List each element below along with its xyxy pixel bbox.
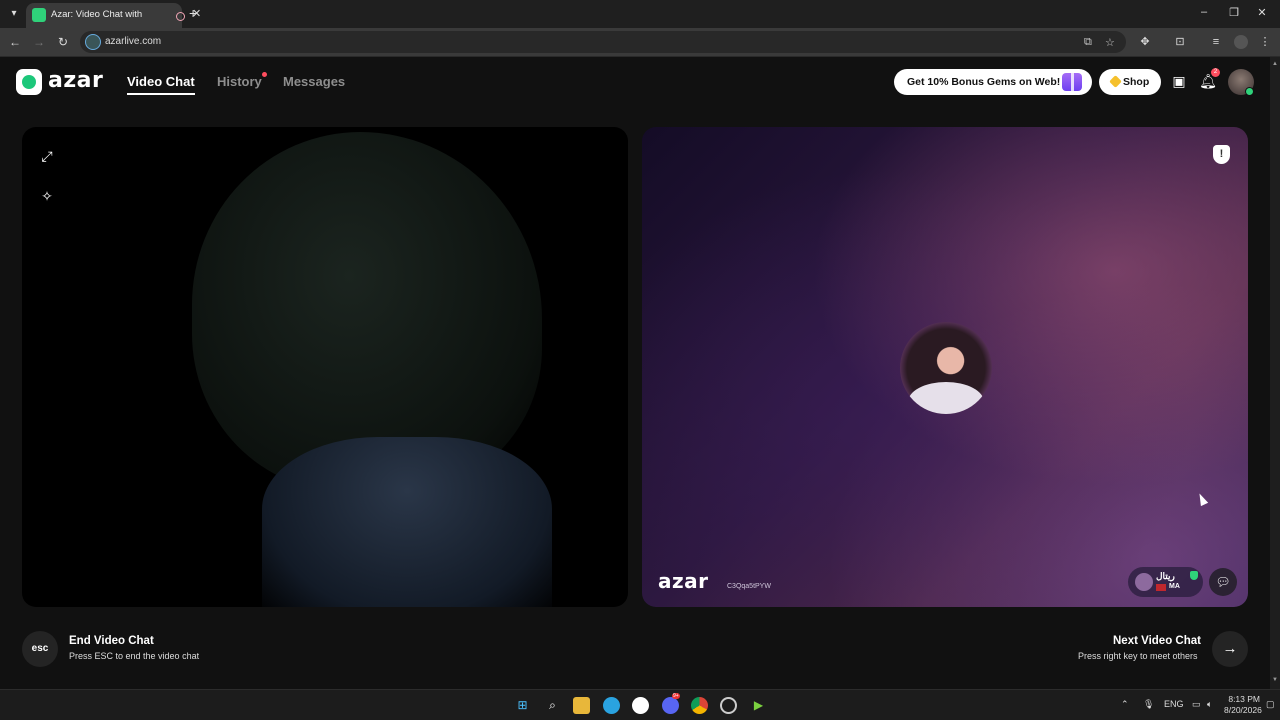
country-flag-icon — [1156, 584, 1166, 591]
tray-overflow-chevron-icon[interactable]: ⌃ — [1121, 699, 1129, 710]
avatar-status-badge — [1245, 87, 1254, 96]
tab-search-chevron-down-icon[interactable]: ▾ — [6, 6, 22, 22]
play-app-icon[interactable]: ▶ — [750, 697, 767, 714]
expand-video-icon[interactable]: ⤢ — [38, 147, 56, 165]
nav-video-chat[interactable]: Video Chat — [127, 74, 195, 89]
clock-time: 8:13 PM — [1228, 694, 1260, 704]
site-info-icon[interactable] — [85, 34, 101, 50]
next-chat-title: Next Video Chat — [1113, 635, 1201, 647]
gem-icon — [1109, 75, 1122, 88]
restore-window-button[interactable]: ❐ — [1224, 6, 1244, 19]
browser-tab[interactable]: Azar: Video Chat with New ✕ — [26, 3, 201, 28]
nav-active-underline — [127, 93, 195, 95]
end-chat-hint: Press ESC to end the video chat — [69, 651, 200, 661]
history-new-dot — [262, 72, 267, 77]
discord-badge: 9+ — [672, 693, 680, 699]
next-chat-arrow-button[interactable]: → — [1212, 631, 1248, 667]
partner-video-panel: ! azar C3Qqa5tPYW ريتال MA 💬︎ — [642, 127, 1248, 607]
recording-indicator-icon — [176, 12, 185, 21]
telegram-icon[interactable] — [603, 697, 620, 714]
page-scrollbar[interactable]: ▲ ▼ — [1270, 57, 1280, 689]
next-chat-hint: Press right key to meet others — [1078, 651, 1198, 661]
inbox-archive-icon[interactable]: ▣ — [1170, 72, 1188, 90]
notification-count-badge: 2 — [1211, 68, 1220, 77]
magic-wand-effects-icon[interactable]: ✧ — [38, 187, 56, 205]
watermark-session-id: C3Qqa5tPYW — [727, 583, 771, 590]
chat-bubble-icon[interactable]: 💬︎ — [1209, 568, 1237, 596]
azar-logo-text: azar — [48, 68, 104, 93]
bonus-gems-button[interactable]: Get 10% Bonus Gems on Web! — [894, 69, 1092, 95]
discord-icon[interactable] — [662, 697, 679, 714]
address-bar[interactable]: azarlive.com ⧉ ☆ — [80, 31, 1126, 53]
windows-start-icon[interactable]: ⊞ — [514, 697, 531, 714]
shop-button[interactable]: Shop — [1099, 69, 1161, 95]
self-video-person-jeans — [262, 437, 552, 607]
forward-arrow-icon[interactable]: → — [31, 34, 47, 50]
minimize-window-button[interactable]: – — [1194, 6, 1214, 18]
microphone-icon[interactable]: 🎙︎ — [1143, 699, 1154, 710]
nav-history[interactable]: History — [217, 74, 262, 89]
clock-date: 8/20/2026 — [1224, 705, 1262, 715]
bookmark-star-icon[interactable]: ☆ — [1105, 36, 1115, 49]
bonus-gems-label: Get 10% Bonus Gems on Web! — [907, 76, 1061, 88]
windows-taskbar: ⊞ ⌕ 9+ ▶ ⌃ 🎙︎ ENG ▭ 🔈︎ 8:13 PM 8/20/2026… — [0, 689, 1280, 720]
new-tab-plus-icon[interactable]: + — [189, 5, 197, 21]
reload-icon[interactable]: ↻ — [55, 34, 71, 50]
browser-menu-kebab-icon[interactable]: ⋮ — [1257, 34, 1273, 50]
nav-messages[interactable]: Messages — [283, 74, 345, 89]
azar-logo-mark-icon — [16, 69, 42, 95]
scroll-down-arrow-icon[interactable]: ▼ — [1272, 677, 1278, 683]
gift-icon — [1062, 73, 1082, 91]
input-language[interactable]: ENG — [1164, 699, 1184, 709]
shop-label: Shop — [1123, 76, 1150, 88]
verified-shield-icon — [1190, 571, 1198, 580]
chrome-icon[interactable] — [691, 697, 708, 714]
volume-icon[interactable]: 🔈︎ — [1207, 699, 1212, 710]
tab-title: Azar: Video Chat with New — [51, 9, 143, 20]
install-app-icon[interactable]: ⧉ — [1084, 36, 1092, 49]
extensions-puzzle-icon[interactable]: ✥ — [1137, 34, 1153, 50]
azar-watermark: azar — [658, 569, 709, 593]
network-icon[interactable]: ▭ — [1192, 699, 1201, 710]
end-chat-title: End Video Chat — [69, 635, 154, 647]
browser-toolbar: ← → ↻ azarlive.com ⧉ ☆ ✥ ⊡ ≡ ⋮ — [0, 28, 1280, 57]
scroll-up-arrow-icon[interactable]: ▲ — [1272, 61, 1278, 67]
screenshot-tool-icon[interactable]: ⊡ — [1172, 34, 1188, 50]
media-controls-icon[interactable]: ≡ — [1208, 34, 1224, 50]
obs-icon[interactable] — [632, 697, 649, 714]
browser-profile-avatar[interactable] — [1234, 35, 1248, 49]
partner-avatar — [1135, 573, 1153, 591]
search-icon[interactable]: ⌕ — [544, 697, 561, 714]
partner-profile-photo — [900, 322, 992, 414]
partner-name: ريتال — [1156, 571, 1175, 581]
file-explorer-icon[interactable] — [573, 697, 590, 714]
close-window-button[interactable]: ✕ — [1252, 6, 1272, 19]
azar-favicon-icon — [32, 8, 46, 22]
app-gear-icon[interactable] — [720, 697, 737, 714]
browser-tab-strip: ▾ Azar: Video Chat with New ✕ + – ❐ ✕ — [0, 0, 1280, 28]
system-clock[interactable]: 8:13 PM 8/20/2026 — [1224, 694, 1262, 716]
end-chat-esc-button[interactable]: esc — [22, 631, 58, 667]
back-arrow-icon[interactable]: ← — [7, 34, 23, 50]
report-shield-icon[interactable]: ! — [1213, 145, 1230, 164]
url-text[interactable]: azarlive.com — [105, 36, 161, 47]
azar-page: azar Video Chat History Messages Get 10%… — [0, 57, 1270, 689]
partner-info-pill[interactable]: ريتال MA — [1128, 567, 1203, 597]
notifications-center-icon[interactable]: ▢ — [1266, 699, 1275, 710]
partner-country: MA — [1169, 583, 1180, 590]
self-video-panel: ⤢ ✧ — [22, 127, 628, 607]
